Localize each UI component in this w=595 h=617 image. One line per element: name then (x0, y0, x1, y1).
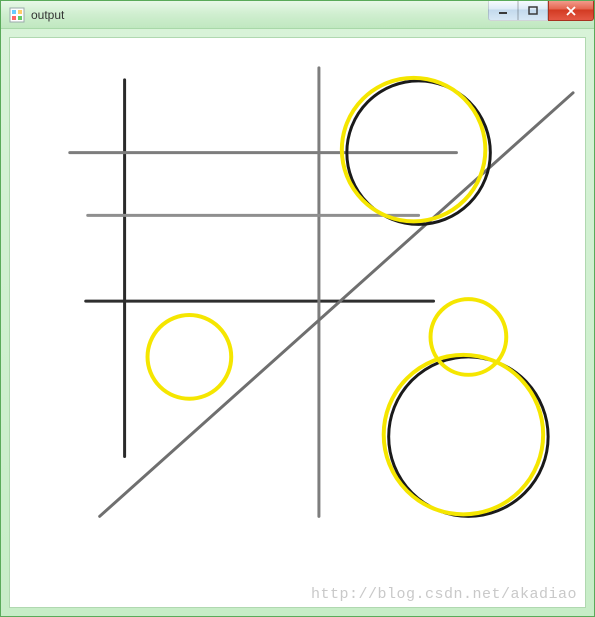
close-button[interactable] (548, 1, 594, 21)
client-area: http://blog.csdn.net/akadiao (9, 37, 586, 608)
maximize-button[interactable] (518, 1, 548, 21)
window-title: output (31, 8, 64, 22)
titlebar[interactable]: output (1, 1, 594, 29)
output-canvas (10, 38, 585, 607)
app-icon (9, 7, 25, 23)
window-controls (488, 1, 594, 21)
app-window: output http://blog.csdn.net/akadiao (0, 0, 595, 617)
minimize-button[interactable] (488, 1, 518, 21)
